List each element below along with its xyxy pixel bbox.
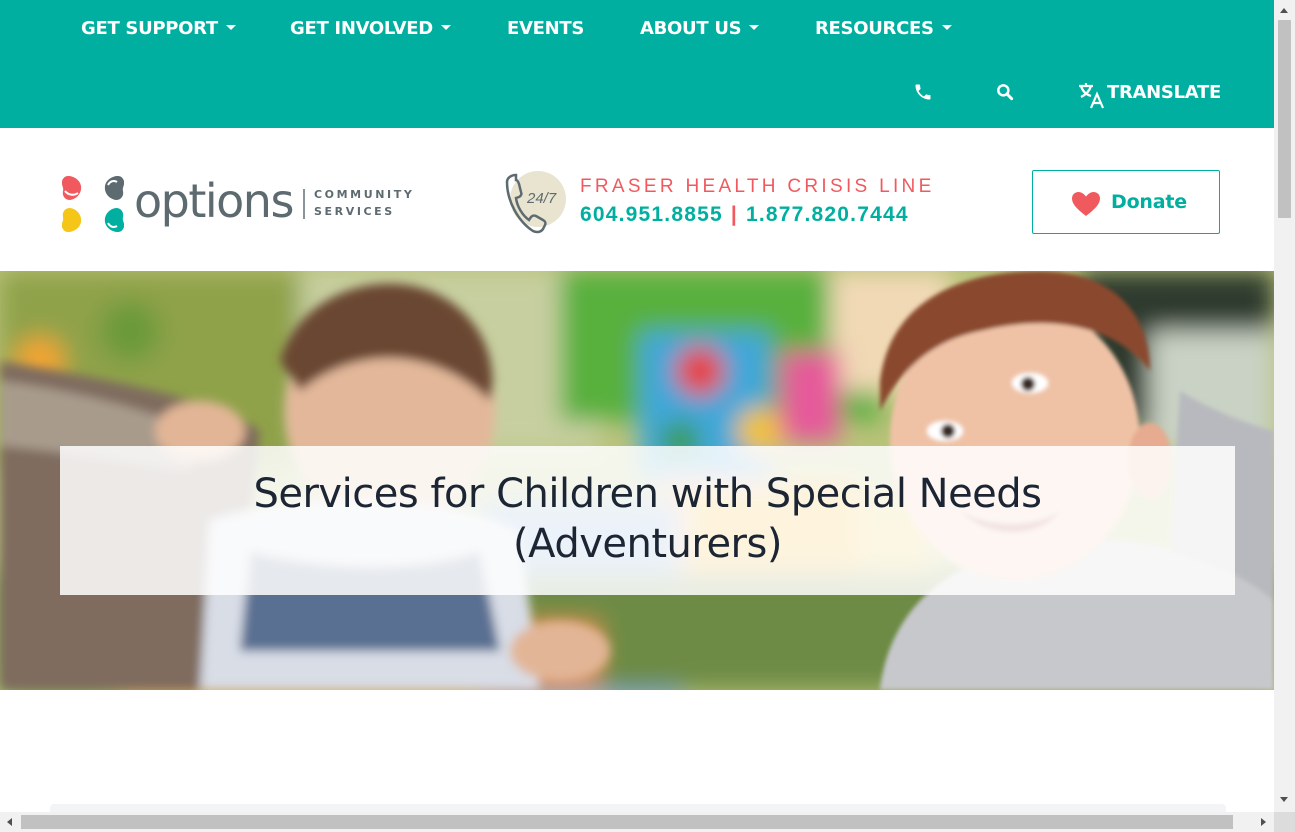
crisis-phone-local[interactable]: 604.951.8855 [580, 203, 723, 226]
crisis-phone-tollfree[interactable]: 1.877.820.7444 [746, 203, 909, 226]
crisis-separator: | [730, 203, 738, 226]
nav-get-involved[interactable]: GET INVOLVED [290, 18, 451, 39]
logo-divider [303, 189, 305, 219]
translate-button[interactable]: TRANSLATE [1077, 78, 1221, 110]
crisis-badge: 24/7 [527, 190, 557, 207]
search-icon [997, 84, 1014, 101]
nav-get-support[interactable]: GET SUPPORT [81, 18, 236, 39]
scroll-up-arrow-icon[interactable] [1280, 8, 1288, 13]
scrollbar-corner [1274, 812, 1295, 832]
site-header: options COMMUNITY SERVICES 24/7 FRASER H… [0, 128, 1274, 271]
donate-button[interactable]: Donate [1032, 170, 1220, 234]
caret-down-icon [749, 24, 760, 30]
options-logo[interactable]: options COMMUNITY SERVICES [62, 173, 417, 235]
logo-subtitle-community: COMMUNITY [314, 188, 415, 201]
scroll-down-arrow-icon[interactable] [1280, 797, 1288, 802]
search-button[interactable] [995, 82, 1017, 104]
nav-events[interactable]: EVENTS [507, 18, 584, 39]
phone-icon [915, 84, 931, 100]
crisis-line-title: FRASER HEALTH CRISIS LINE [580, 176, 935, 197]
caret-down-icon [225, 24, 236, 30]
crisis-phone-numbers: 604.951.8855 | 1.877.820.7444 [580, 203, 909, 227]
translate-icon [1079, 83, 1105, 109]
crisis-line: 24/7 FRASER HEALTH CRISIS LINE 604.951.8… [502, 170, 932, 236]
nav-get-involved-label: GET INVOLVED [290, 18, 433, 39]
nav-about-us[interactable]: ABOUT US [640, 18, 760, 39]
nav-about-us-label: ABOUT US [640, 18, 742, 39]
hero-title-panel: Services for Children with Special Needs… [60, 446, 1235, 595]
vertical-scroll-thumb[interactable] [1278, 20, 1291, 218]
hero-banner: Services for Children with Special Needs… [0, 271, 1274, 690]
horizontal-scroll-thumb[interactable] [21, 815, 1233, 829]
utility-bar: TRANSLATE [0, 64, 1274, 128]
donate-label: Donate [1111, 191, 1187, 213]
scroll-right-arrow-icon[interactable] [1261, 818, 1266, 826]
nav-events-label: EVENTS [507, 18, 585, 39]
nav-get-support-label: GET SUPPORT [81, 18, 218, 39]
page-title-line2: (Adventurers) [513, 521, 782, 567]
nav-resources[interactable]: RESOURCES [815, 18, 952, 39]
heart-icon [1072, 192, 1100, 216]
logo-wordmark: options [134, 174, 294, 228]
main-nav: GET SUPPORT GET INVOLVED EVENTS ABOUT US… [0, 0, 1274, 64]
page-title-line1: Services for Children with Special Needs [253, 471, 1042, 517]
caret-down-icon [941, 24, 952, 30]
scroll-left-arrow-icon[interactable] [7, 818, 12, 826]
top-navigation-bar: GET SUPPORT GET INVOLVED EVENTS ABOUT US… [0, 0, 1274, 128]
page-title: Services for Children with Special Needs… [60, 469, 1235, 569]
translate-label: TRANSLATE [1107, 82, 1221, 103]
caret-down-icon [440, 24, 451, 30]
logo-mark-icon [62, 176, 124, 232]
phone-button[interactable] [913, 82, 935, 104]
vertical-scrollbar[interactable] [1274, 0, 1295, 812]
nav-resources-label: RESOURCES [815, 18, 934, 39]
logo-subtitle-services: SERVICES [314, 205, 395, 218]
horizontal-scrollbar[interactable] [0, 812, 1274, 832]
